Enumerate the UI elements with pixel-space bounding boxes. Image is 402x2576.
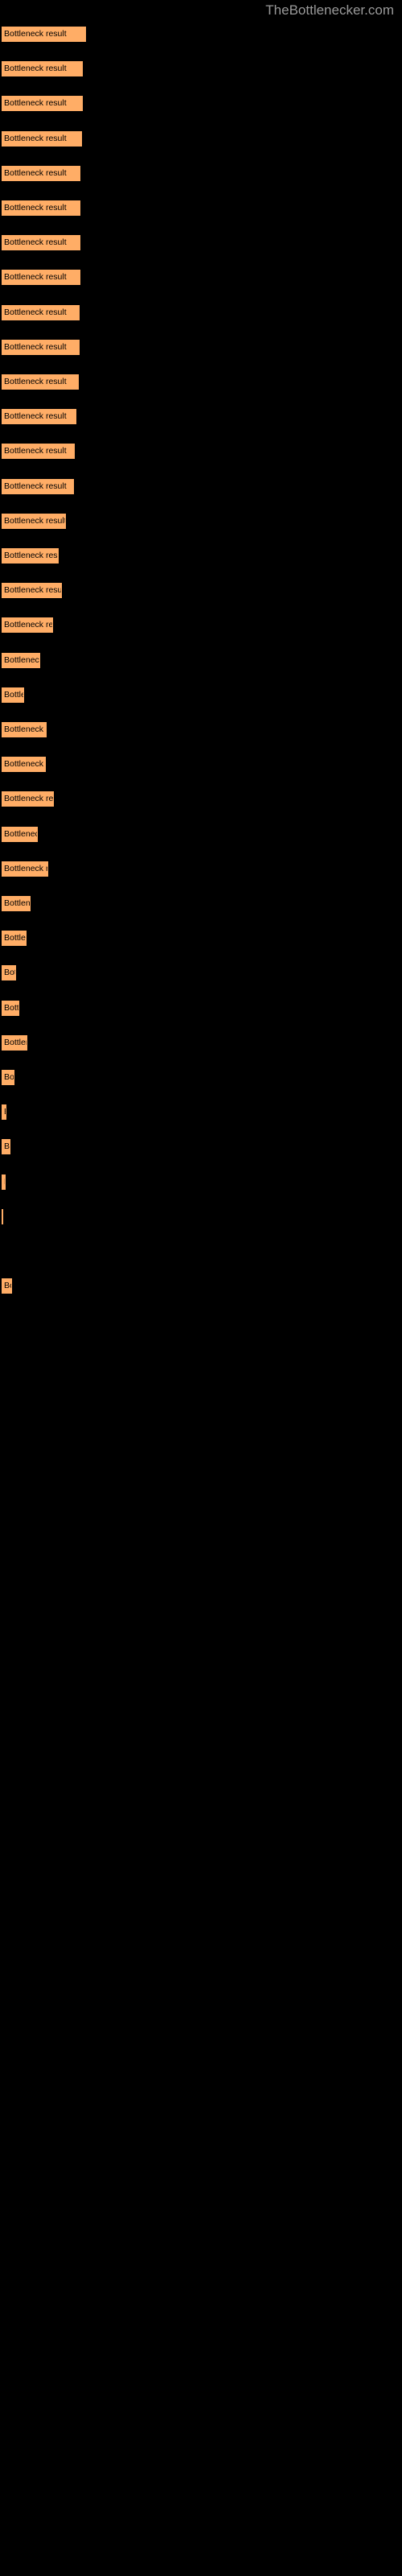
bar-label: Bottleneck result [4, 377, 67, 386]
bar-label: Bottleneck result [4, 689, 23, 700]
bar-row: Bottleneck result [0, 234, 402, 252]
bar-row: Bottleneck result [0, 26, 402, 43]
bar-label: Bottleneck result [4, 481, 67, 491]
bar-row: Bottleneck result [0, 512, 402, 530]
bar-label: Bottleneck result [4, 828, 37, 839]
site-title: TheBottlenecker.com [265, 2, 394, 18]
bar-row: Bottleneck result [0, 1278, 402, 1295]
bar-row: Bottleneck result [0, 582, 402, 600]
bar-label: Bottleneck result [4, 794, 53, 804]
bottleneck-bar-chart: Bottleneck result Bottleneck result Bottle… [0, 21, 402, 2576]
bar-row: Bottleneck result [0, 338, 402, 356]
bar-label: Bottleneck result [4, 933, 26, 943]
bar-row: Bottleneck result [0, 374, 402, 390]
bar-label: Bottleneck result [4, 133, 67, 143]
bar-label: Bottleneck result [4, 1281, 11, 1291]
bar-row: Bottleneck result [0, 825, 402, 843]
bar-row: Bottleneck result [0, 303, 402, 321]
bar-label: Bottleneck result [4, 1037, 27, 1047]
bar-row: Bottleneck result [0, 477, 402, 495]
bar-row: Bottleneck result [0, 269, 402, 287]
bar-row: Bottleneck result [0, 617, 402, 634]
bar-row: Bottleneck result [0, 408, 402, 426]
bar-label: Bottleneck result [4, 1072, 14, 1082]
bar-label: Bottleneck result [4, 724, 46, 734]
bar-label: Bottleneck result [4, 203, 67, 213]
bar-row: Bottleneck result [0, 999, 402, 1017]
bar-row: Bottleneck result [0, 1069, 402, 1086]
bar-row: Bottleneck result [0, 443, 402, 460]
bar-label: Bottleneck result [4, 585, 61, 596]
bar-label: Bottleneck result [4, 411, 67, 422]
bar-label: Bottleneck result [4, 446, 67, 456]
bar-row: Bottleneck result [0, 164, 402, 182]
bar-row: Bottleneck result [0, 1173, 402, 1191]
bar-label: Bottleneck result [4, 968, 15, 978]
bar-label: Bottleneck result [4, 29, 67, 39]
bar-row: Bottleneck result [0, 791, 402, 808]
bar-label: Bottleneck result [4, 863, 47, 873]
bar-label: Bottleneck result [4, 1174, 5, 1191]
bar-label: Bottleneck result [4, 64, 67, 74]
bar-row: Bottleneck result [0, 1208, 402, 1225]
bar-label: Bottleneck result [4, 1141, 10, 1152]
bar-label: Bottleneck result [4, 898, 30, 908]
bar-label: Bottleneck result [4, 759, 45, 770]
bar-row: Bottleneck result [0, 1034, 402, 1051]
bar-row: Bottleneck result [0, 686, 402, 704]
bar-label: Bottleneck result [4, 1104, 6, 1121]
bar-label: Bottleneck result [4, 620, 52, 630]
bar-row: Bottleneck result [0, 651, 402, 669]
bar[interactable] [1, 1208, 4, 1225]
bar-label: Bottleneck result [4, 654, 39, 665]
bar-row: Bottleneck result [0, 860, 402, 877]
bar-label: Bottleneck result [4, 551, 58, 560]
bar-row: Bottleneck result [0, 130, 402, 147]
bar-label: Bottleneck result [4, 341, 67, 352]
bar-row: Bottleneck result [0, 547, 402, 564]
bar-label: Bottleneck result [4, 167, 67, 178]
bar-row: Bottleneck result [0, 1104, 402, 1121]
bar-row: Bottleneck result [0, 721, 402, 738]
bar-label: Bottleneck result [4, 1002, 18, 1013]
bar-row: Bottleneck result [0, 930, 402, 947]
bar-row: Bottleneck result [0, 895, 402, 912]
bar-row: Bottleneck result [0, 756, 402, 774]
bar-label: Bottleneck result [4, 272, 67, 283]
bar-row: Bottleneck result [0, 1138, 402, 1156]
bar-label: Bottleneck result [4, 515, 65, 526]
bar-row: Bottleneck result [0, 200, 402, 217]
bar-row: Bottleneck result [0, 1243, 402, 1260]
bar-row: Bottleneck result [0, 964, 402, 982]
bar-row: Bottleneck result [0, 60, 402, 78]
bar-label: Bottleneck result [4, 237, 67, 248]
bar[interactable] [1, 1243, 2, 1260]
bar-row: Bottleneck result [0, 95, 402, 113]
bar-label: Bottleneck result [4, 307, 67, 317]
bar-label: Bottleneck result [4, 98, 67, 109]
